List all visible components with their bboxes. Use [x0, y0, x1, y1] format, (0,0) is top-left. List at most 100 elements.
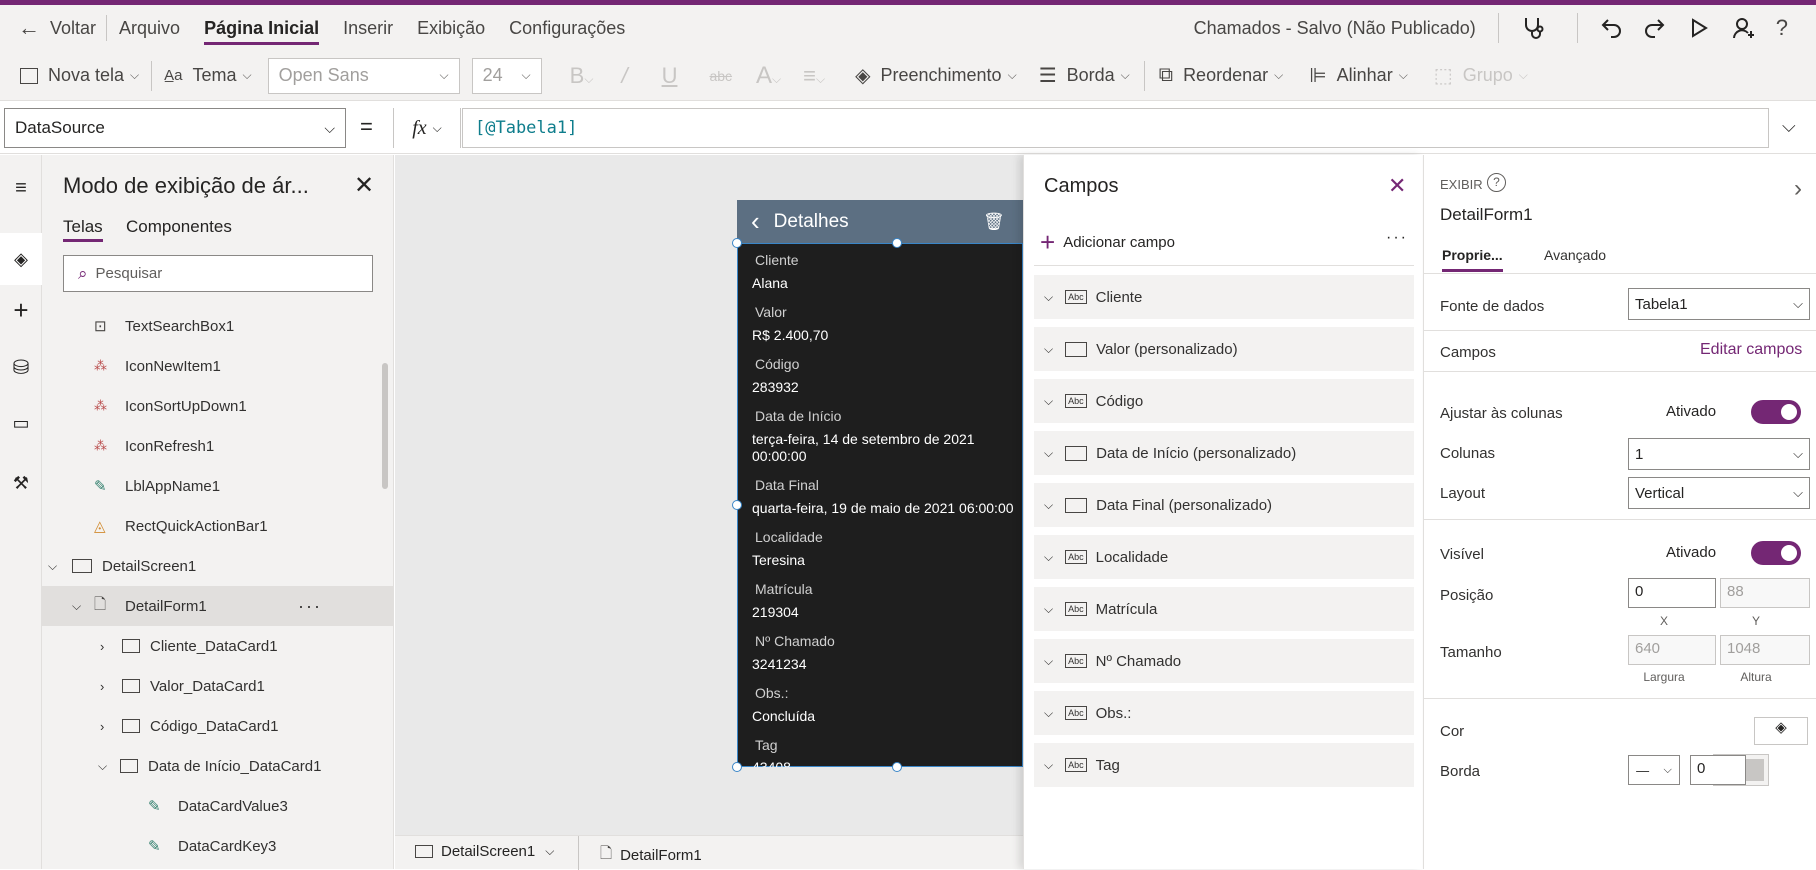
- close-icon[interactable]: ✕: [354, 171, 374, 200]
- chevron-down-icon[interactable]: ⌵: [1044, 498, 1053, 513]
- theme-button[interactable]: A̲a Tema ⌵: [164, 65, 251, 86]
- tree-item-iconsortupdown1[interactable]: ⁂ IconSortUpDown1: [42, 386, 394, 426]
- bold-icon[interactable]: B⌵: [570, 63, 594, 89]
- strikethrough-icon[interactable]: abc: [709, 68, 732, 84]
- position-x-input[interactable]: 0: [1628, 578, 1716, 608]
- resize-handle[interactable]: [732, 238, 742, 248]
- tree-item-lblappname1[interactable]: ✎ LblAppName1: [42, 466, 394, 506]
- font-color-icon[interactable]: A⌵: [756, 62, 781, 90]
- chevron-down-icon[interactable]: ⌵: [1044, 446, 1053, 461]
- stethoscope-icon[interactable]: [1521, 15, 1547, 41]
- chevron-down-icon[interactable]: ⌵: [1044, 706, 1053, 721]
- border-thickness-input[interactable]: 0: [1690, 755, 1746, 785]
- field-item-tag[interactable]: ⌵ Abc Tag: [1034, 743, 1414, 787]
- border-style-dropdown[interactable]: — ⌵: [1628, 755, 1680, 785]
- chevron-down-icon[interactable]: ⌵: [1044, 602, 1053, 617]
- font-size-dropdown[interactable]: 24 ⌵: [471, 57, 542, 94]
- database-icon[interactable]: ⛁: [0, 355, 42, 380]
- menu-exibicao[interactable]: Exibição: [417, 18, 485, 39]
- field-item-localidade[interactable]: ⌵ Abc Localidade: [1034, 535, 1414, 579]
- fill-button[interactable]: ◈ Preenchimento ⌵: [855, 63, 1017, 88]
- menu-pagina-inicial[interactable]: Página Inicial: [204, 12, 320, 45]
- width-input[interactable]: 640: [1628, 635, 1716, 665]
- tree-item-detailscreen1[interactable]: ⌵ DetailScreen1: [42, 546, 394, 586]
- align-button[interactable]: ⊫ Alinhar ⌵: [1309, 63, 1408, 88]
- more-options-icon[interactable]: ···: [298, 596, 322, 617]
- tools-icon[interactable]: ⚒: [0, 473, 42, 494]
- field-item-cliente[interactable]: ⌵ Abc Cliente: [1034, 275, 1414, 319]
- edit-fields-link[interactable]: Editar campos: [1700, 341, 1802, 359]
- columns-dropdown[interactable]: 1 ⌵: [1628, 438, 1810, 470]
- italic-icon[interactable]: /: [621, 63, 627, 89]
- new-screen-button[interactable]: Nova tela ⌵: [20, 65, 139, 86]
- chevron-down-icon[interactable]: ⌵: [1044, 342, 1053, 357]
- property-dropdown[interactable]: DataSource ⌵: [4, 108, 346, 148]
- field-item-valor[interactable]: ⌵ Valor (personalizado): [1034, 327, 1414, 371]
- help-icon[interactable]: ?: [1487, 173, 1506, 192]
- more-options-icon[interactable]: ···: [1386, 229, 1408, 247]
- chevron-down-icon[interactable]: ⌵: [1044, 394, 1053, 409]
- back-button[interactable]: ← Voltar: [18, 15, 96, 41]
- undo-icon[interactable]: [1600, 16, 1624, 40]
- tree-item-iconnewitem1[interactable]: ⁂ IconNewItem1: [42, 346, 394, 386]
- tree-search-box[interactable]: ⌕ Pesquisar: [63, 255, 373, 292]
- visible-toggle[interactable]: [1751, 541, 1801, 565]
- border-button[interactable]: ☰ Borda ⌵: [1039, 63, 1130, 88]
- share-user-icon[interactable]: [1732, 16, 1756, 40]
- insert-plus-icon[interactable]: +: [0, 295, 42, 326]
- resize-handle[interactable]: [892, 762, 902, 772]
- expand-formula-icon[interactable]: ⌵: [1782, 116, 1796, 137]
- tab-telas[interactable]: Telas: [63, 217, 103, 242]
- collapse-panel-icon[interactable]: ›: [1794, 175, 1802, 203]
- help-icon[interactable]: ?: [1776, 15, 1788, 41]
- tree-item-rectquickactionbar1[interactable]: ◬ RectQuickActionBar1: [42, 506, 394, 546]
- menu-inserir[interactable]: Inserir: [343, 18, 393, 39]
- underline-icon[interactable]: U: [662, 63, 678, 89]
- fx-button[interactable]: fx ⌵: [393, 108, 461, 148]
- breadcrumb-screen[interactable]: DetailScreen1 ⌵: [415, 843, 554, 860]
- height-input[interactable]: 1048: [1720, 635, 1810, 665]
- tree-item-datacardvalue3[interactable]: ✎ DataCardValue3: [42, 786, 394, 826]
- group-button[interactable]: ⬚ Grupo ⌵: [1434, 63, 1528, 88]
- media-icon[interactable]: ▭: [0, 413, 42, 434]
- add-field-button[interactable]: + Adicionar campo: [1040, 227, 1175, 258]
- tree-item-iconrefresh1[interactable]: ⁂ IconRefresh1: [42, 426, 394, 466]
- chevron-down-icon[interactable]: ⌵: [1044, 654, 1053, 669]
- chevron-down-icon[interactable]: ⌵: [72, 599, 86, 614]
- chevron-down-icon[interactable]: ⌵: [1044, 758, 1053, 773]
- reorder-button[interactable]: ⧉ Reordenar ⌵: [1159, 64, 1283, 87]
- play-icon[interactable]: [1688, 17, 1710, 39]
- field-item-n-chamado[interactable]: ⌵ Abc Nº Chamado: [1034, 639, 1414, 683]
- tree-item-codigo-datacard1[interactable]: › Código_DataCard1: [42, 706, 394, 746]
- tree-item-textsearchbox1[interactable]: ⊡ TextSearchBox1: [42, 306, 394, 346]
- trash-icon[interactable]: 🗑: [983, 212, 1005, 232]
- chevron-down-icon[interactable]: ⌵: [48, 559, 62, 574]
- back-chevron-icon[interactable]: ‹: [751, 206, 760, 237]
- color-picker-button[interactable]: ◈: [1754, 717, 1808, 745]
- formula-input[interactable]: [@Tabela1]: [462, 108, 1769, 148]
- chevron-down-icon[interactable]: ⌵: [1044, 290, 1053, 305]
- chevron-down-icon[interactable]: ⌵: [1044, 550, 1053, 565]
- field-item-codigo[interactable]: ⌵ Abc Código: [1034, 379, 1414, 423]
- breadcrumb-form[interactable]: 🗋 DetailForm1: [600, 843, 702, 868]
- chevron-right-icon[interactable]: ›: [100, 639, 114, 654]
- close-icon[interactable]: ✕: [1388, 173, 1406, 199]
- layers-icon[interactable]: ◈: [0, 233, 42, 285]
- field-item-matricula[interactable]: ⌵ Abc Matrícula: [1034, 587, 1414, 631]
- layout-dropdown[interactable]: Vertical ⌵: [1628, 477, 1810, 509]
- field-item-obs[interactable]: ⌵ Abc Obs.:: [1034, 691, 1414, 735]
- form-header-bar[interactable]: ‹ Detalhes 🗑: [737, 200, 1023, 243]
- chevron-right-icon[interactable]: ›: [100, 719, 114, 734]
- chevron-down-icon[interactable]: ⌵: [98, 759, 112, 774]
- tab-propriedades[interactable]: Proprie...: [1442, 247, 1503, 272]
- tab-componentes[interactable]: Componentes: [126, 217, 232, 237]
- menu-arquivo[interactable]: Arquivo: [119, 18, 180, 39]
- snap-columns-toggle[interactable]: [1751, 400, 1801, 424]
- resize-handle[interactable]: [732, 762, 742, 772]
- font-family-dropdown[interactable]: Open Sans ⌵: [267, 57, 460, 94]
- tree-item-cliente-datacard1[interactable]: › Cliente_DataCard1: [42, 626, 394, 666]
- tab-avancado[interactable]: Avançado: [1544, 247, 1606, 263]
- redo-icon[interactable]: [1642, 16, 1666, 40]
- position-y-input[interactable]: 88: [1720, 578, 1810, 608]
- field-item-data-inicio[interactable]: ⌵ Data de Início (personalizado): [1034, 431, 1414, 475]
